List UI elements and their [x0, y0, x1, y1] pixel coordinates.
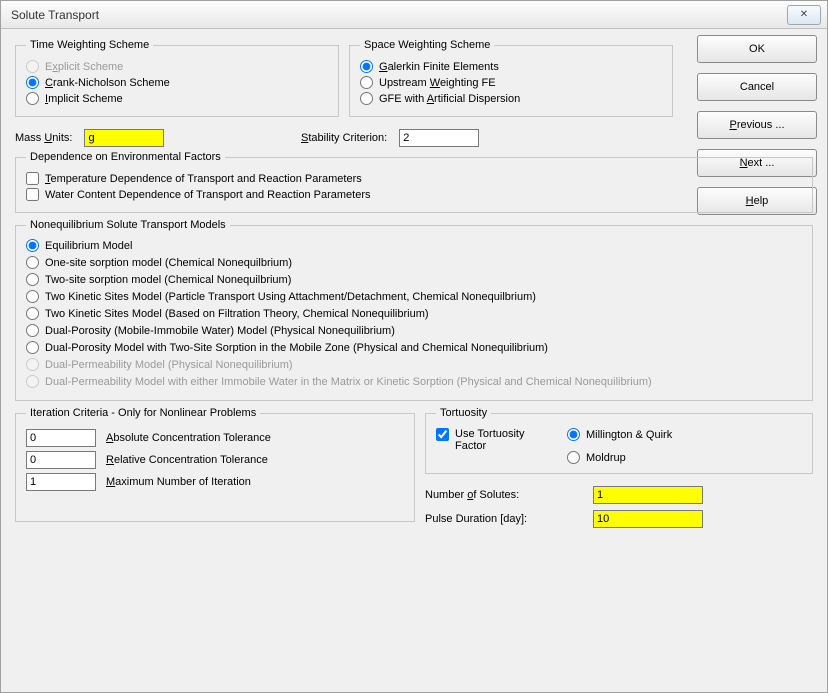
moldrup-radio[interactable]: Moldrup: [567, 451, 672, 464]
galerkin-radio[interactable]: Galerkin Finite Elements: [360, 60, 662, 73]
env-factors-group: Dependence on Environmental Factors Temp…: [15, 151, 813, 213]
max-iteration-label: Maximum Number of Iteration: [106, 476, 251, 488]
group-legend: Tortuosity: [436, 407, 491, 419]
cancel-button[interactable]: Cancel: [697, 73, 817, 101]
explicit-scheme-radio: Explicit Scheme: [26, 60, 328, 73]
mass-stability-row: Mass Units: Stability Criterion:: [15, 129, 673, 147]
ok-button[interactable]: OK: [697, 35, 817, 63]
space-weighting-group: Space Weighting Scheme Galerkin Finite E…: [349, 39, 673, 117]
stability-label: Stability Criterion:: [301, 132, 387, 144]
group-legend: Iteration Criteria - Only for Nonlinear …: [26, 407, 260, 419]
group-legend: Time Weighting Scheme: [26, 39, 153, 51]
noneq-option-3[interactable]: Two Kinetic Sites Model (Particle Transp…: [26, 290, 802, 305]
use-tortuosity-check[interactable]: Use Tortuosity Factor: [436, 428, 555, 452]
time-weighting-group: Time Weighting Scheme Explicit Scheme Cr…: [15, 39, 339, 117]
close-button[interactable]: ✕: [787, 5, 821, 25]
num-solutes-input[interactable]: [593, 486, 703, 504]
iteration-criteria-group: Iteration Criteria - Only for Nonlinear …: [15, 407, 415, 522]
group-legend: Nonequilibrium Solute Transport Models: [26, 219, 230, 231]
pulse-duration-label: Pulse Duration [day]:: [425, 513, 585, 525]
noneq-models-group: Nonequilibrium Solute Transport Models E…: [15, 219, 813, 401]
mass-units-label: Mass Units:: [15, 132, 72, 144]
noneq-option-7: Dual-Permeability Model (Physical Nonequ…: [26, 358, 802, 373]
gfe-artificial-radio[interactable]: GFE with Artificial Dispersion: [360, 92, 662, 105]
water-content-dep-check[interactable]: Water Content Dependence of Transport an…: [26, 188, 802, 201]
relative-tolerance-label: Relative Concentration Tolerance: [106, 454, 268, 466]
num-solutes-label: Number of Solutes:: [425, 489, 585, 501]
noneq-option-6[interactable]: Dual-Porosity Model with Two-Site Sorpti…: [26, 341, 802, 356]
dialog-window: Solute Transport ✕ OK Cancel Previous ..…: [0, 0, 828, 693]
noneq-option-0[interactable]: Equilibrium Model: [26, 239, 802, 254]
titlebar: Solute Transport ✕: [1, 1, 827, 29]
stability-input[interactable]: [399, 129, 479, 147]
pulse-duration-input[interactable]: [593, 510, 703, 528]
max-iteration-input[interactable]: [26, 473, 96, 491]
upstream-radio[interactable]: Upstream Weighting FE: [360, 76, 662, 89]
noneq-option-5[interactable]: Dual-Porosity (Mobile-Immobile Water) Mo…: [26, 324, 802, 339]
group-legend: Dependence on Environmental Factors: [26, 151, 225, 163]
implicit-scheme-radio[interactable]: Implicit Scheme: [26, 92, 328, 105]
previous-button[interactable]: Previous ...: [697, 111, 817, 139]
absolute-tolerance-label: Absolute Concentration Tolerance: [106, 432, 271, 444]
noneq-option-1[interactable]: One-site sorption model (Chemical Nonequ…: [26, 256, 802, 271]
relative-tolerance-input[interactable]: [26, 451, 96, 469]
crank-nicholson-radio[interactable]: Crank-Nicholson Scheme: [26, 76, 328, 89]
noneq-option-4[interactable]: Two Kinetic Sites Model (Based on Filtra…: [26, 307, 802, 322]
group-legend: Space Weighting Scheme: [360, 39, 494, 51]
noneq-option-2[interactable]: Two-site sorption model (Chemical Nonequ…: [26, 273, 802, 288]
window-title: Solute Transport: [11, 8, 787, 22]
noneq-option-8: Dual-Permeability Model with either Immo…: [26, 375, 802, 390]
mass-units-input[interactable]: [84, 129, 164, 147]
absolute-tolerance-input[interactable]: [26, 429, 96, 447]
temperature-dep-check[interactable]: Temperature Dependence of Transport and …: [26, 172, 802, 185]
dialog-content: OK Cancel Previous ... Next ... Help Tim…: [1, 29, 827, 692]
close-icon: ✕: [800, 9, 808, 20]
tortuosity-group: Tortuosity Use Tortuosity Factor Milling…: [425, 407, 813, 474]
millington-quirk-radio[interactable]: Millington & Quirk: [567, 428, 672, 441]
